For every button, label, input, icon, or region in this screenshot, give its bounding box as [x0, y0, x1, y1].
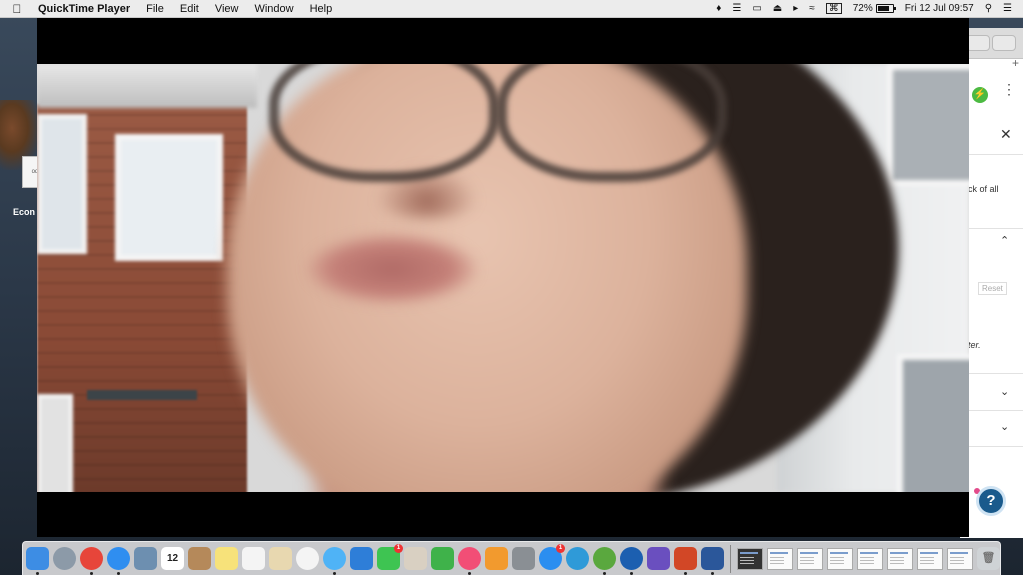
dock-itunes-icon[interactable]: [458, 547, 481, 575]
browser-tab-bar: [960, 28, 1023, 59]
video-subject-glasses: [269, 64, 499, 182]
dock-finder-icon[interactable]: [26, 547, 49, 575]
dock-numbers-icon[interactable]: [431, 547, 454, 570]
dock-ibooks-icon[interactable]: [485, 547, 508, 570]
chevron-up-icon[interactable]: ⌃: [1000, 234, 1009, 247]
dock: 12 1 1 🗑: [22, 541, 1001, 575]
divider: [968, 373, 1023, 374]
notification-badge: 1: [394, 544, 403, 553]
menu-file[interactable]: File: [146, 3, 164, 15]
dock-minimized-window[interactable]: [917, 547, 943, 570]
volume-icon[interactable]: ▸: [793, 3, 798, 14]
list-icon[interactable]: ☰: [732, 3, 741, 14]
video-subject-lips: [307, 234, 477, 304]
video-subject-glasses: [497, 64, 727, 182]
dock-utorrent-icon[interactable]: [593, 547, 616, 575]
menu-window[interactable]: Window: [254, 3, 293, 15]
dock-photos-icon[interactable]: [296, 547, 319, 570]
dock-powerpoint-icon[interactable]: [674, 547, 697, 575]
dock-facetime-icon[interactable]: 1: [377, 544, 403, 570]
window-minimize-button[interactable]: [966, 35, 990, 51]
video-house-window: [37, 394, 73, 492]
dock-minimized-window[interactable]: [767, 547, 793, 570]
input-source-icon[interactable]: ⌘: [825, 3, 842, 14]
dock-apps: 12 1 1: [26, 544, 728, 575]
dock-messages-icon[interactable]: [323, 547, 346, 575]
notification-center-icon[interactable]: ☰: [1003, 3, 1012, 14]
trash-icon[interactable]: 🗑: [977, 547, 1000, 570]
battery-icon: [875, 4, 896, 13]
airplay-icon[interactable]: ▭: [752, 3, 761, 14]
divider: [968, 410, 1023, 411]
dock-calendar-icon[interactable]: 12: [161, 547, 184, 570]
dock-imovie-icon[interactable]: [647, 547, 670, 570]
panel-close-icon[interactable]: ✕: [1000, 126, 1012, 143]
dock-keynote-icon[interactable]: [350, 547, 373, 570]
dock-appstore-icon[interactable]: 1: [539, 544, 565, 570]
dock-minimized-window[interactable]: [797, 547, 823, 570]
dropbox-icon[interactable]: ♦: [716, 3, 721, 14]
dock-minimized-window[interactable]: [737, 547, 763, 570]
help-button[interactable]: ?: [976, 486, 1006, 516]
apple-icon[interactable]: : [10, 2, 24, 16]
chevron-down-icon[interactable]: ⌄: [1000, 420, 1009, 433]
dock-minimized-window[interactable]: [887, 547, 913, 570]
menu-edit[interactable]: Edit: [180, 3, 199, 15]
divider: [968, 228, 1023, 229]
eject-icon[interactable]: ⏏: [773, 3, 782, 14]
dock-script-icon[interactable]: [404, 547, 427, 570]
reset-button[interactable]: Reset: [978, 282, 1007, 295]
desktop-file-label[interactable]: Econ: [13, 207, 35, 217]
window-restore-button[interactable]: [992, 35, 1016, 51]
divider: [968, 446, 1023, 447]
dock-separator: [730, 544, 731, 573]
battery-status[interactable]: 72%: [852, 3, 896, 14]
menu-help[interactable]: Help: [310, 3, 333, 15]
chevron-down-icon[interactable]: ⌄: [1000, 385, 1009, 398]
dock-calculator-icon[interactable]: [566, 547, 589, 570]
dock-preview-icon[interactable]: [134, 547, 157, 570]
menu-bar:  QuickTime Player File Edit View Window…: [0, 0, 1023, 18]
status-area: ♦ ☰ ▭ ⏏ ▸ ≈ ⌘ 72% Fri 12 Jul 09:57 ⚲ ☰: [716, 0, 1023, 17]
dock-notes-icon[interactable]: [215, 547, 238, 570]
dock-reminders-icon[interactable]: [242, 547, 265, 570]
dock-quicktime-icon[interactable]: [620, 547, 643, 575]
dock-minimized-window[interactable]: [857, 547, 883, 570]
dock-chrome-icon[interactable]: [80, 547, 103, 575]
quicktime-player-window[interactable]: [37, 17, 969, 537]
spotlight-icon[interactable]: ⚲: [985, 3, 992, 14]
dock-launchpad-icon[interactable]: [53, 547, 76, 570]
extension-icon[interactable]: ⚡: [972, 87, 988, 103]
background-browser-window[interactable]: + ⚡ ⋮ ✕ ck of all ⌃ Reset ter. ⌄ ⌄ ?: [960, 28, 1023, 538]
dock-minimized-window[interactable]: [947, 547, 973, 570]
battery-percent: 72%: [852, 3, 873, 14]
dock-minimized-window[interactable]: [827, 547, 853, 570]
wifi-icon[interactable]: ≈: [809, 3, 815, 14]
more-menu-icon[interactable]: ⋮: [1002, 82, 1016, 96]
video-house-window: [37, 114, 87, 254]
dock-word-icon[interactable]: [701, 547, 724, 575]
panel-text: ck of all: [968, 184, 999, 194]
notification-badge: 1: [556, 544, 565, 553]
dock-systempreferences-icon[interactable]: [512, 547, 535, 570]
menu-view[interactable]: View: [215, 3, 239, 15]
divider: [968, 154, 1023, 155]
dock-contacts-icon[interactable]: [188, 547, 211, 570]
dock-safari-icon[interactable]: [107, 547, 130, 575]
clock[interactable]: Fri 12 Jul 09:57: [905, 3, 974, 14]
dock-preview2-icon[interactable]: [269, 547, 292, 570]
new-tab-button[interactable]: +: [1012, 56, 1019, 70]
calendar-day: 12: [166, 553, 179, 564]
app-menu[interactable]: QuickTime Player: [38, 3, 130, 15]
panel-text-2: ter.: [968, 340, 981, 350]
video-frame[interactable]: [37, 64, 969, 492]
